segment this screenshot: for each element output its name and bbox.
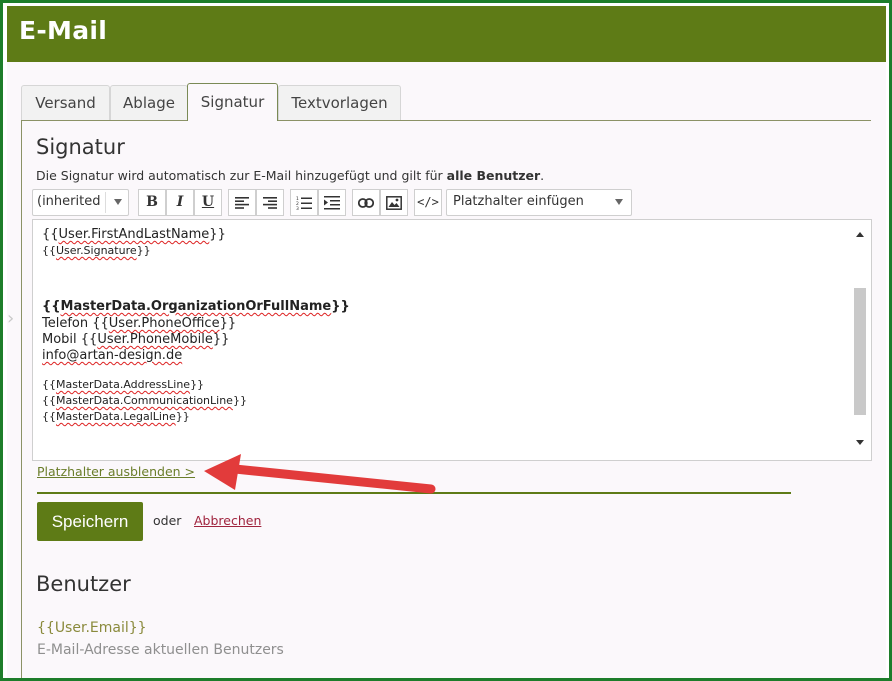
indent-icon bbox=[324, 196, 340, 210]
editor-line-address: {{MasterData.AddressLine}} bbox=[42, 378, 204, 391]
code-icon: </> bbox=[417, 195, 439, 209]
brace-open: {{ bbox=[42, 410, 56, 423]
line-label: Telefon bbox=[42, 316, 93, 331]
editor-line-signature: {{User.Signature}} bbox=[42, 244, 151, 257]
placeholder-select-value: Platzhalter einfügen bbox=[453, 194, 584, 209]
ordered-list-button[interactable]: 123 bbox=[290, 189, 318, 216]
editor-line-mobile: Mobil {{User.PhoneMobile}} bbox=[42, 332, 229, 347]
brace-close: }} bbox=[232, 394, 247, 407]
placeholder-token: User.FirstAndLastName bbox=[58, 227, 210, 242]
brace-close: }} bbox=[175, 410, 190, 423]
editor-line-communication: {{MasterData.CommunicationLine}} bbox=[42, 394, 247, 407]
link-icon bbox=[357, 198, 375, 208]
tab-textvorlagen[interactable]: Textvorlagen bbox=[278, 85, 401, 120]
placeholder-token: MasterData.LegalLine bbox=[56, 410, 176, 423]
placeholder-token: User.PhoneMobile bbox=[97, 332, 213, 347]
brace-close: }} bbox=[212, 332, 230, 347]
scroll-up-arrow-icon[interactable] bbox=[856, 232, 864, 237]
divider bbox=[37, 492, 791, 494]
signature-panel: Signatur Die Signatur wird automatisch z… bbox=[21, 120, 872, 678]
bold-button[interactable]: B bbox=[138, 189, 166, 216]
description-end: . bbox=[540, 168, 545, 183]
chevron-right-icon[interactable]: › bbox=[7, 308, 14, 329]
user-email-description: E-Mail-Adresse aktuellen Benutzers bbox=[37, 642, 284, 658]
brace-open: {{ bbox=[42, 394, 56, 407]
italic-button[interactable]: I bbox=[166, 189, 194, 216]
editor-line-legal: {{MasterData.LegalLine}} bbox=[42, 410, 190, 423]
brace-open: {{ bbox=[42, 227, 59, 242]
users-heading: Benutzer bbox=[36, 572, 131, 596]
email-text: info@artan-design.de bbox=[42, 348, 183, 363]
user-email-placeholder[interactable]: {{User.Email}} bbox=[37, 620, 147, 636]
font-select[interactable]: (inherited bbox=[32, 189, 129, 216]
line-label: Mobil bbox=[42, 332, 81, 347]
or-text: oder bbox=[153, 513, 182, 528]
brace-close: }} bbox=[209, 227, 226, 242]
align-right-button[interactable] bbox=[256, 189, 284, 216]
signature-heading: Signatur bbox=[36, 135, 125, 159]
signature-description: Die Signatur wird automatisch zur E-Mail… bbox=[36, 168, 544, 183]
underline-button[interactable]: U bbox=[194, 189, 222, 216]
select-divider bbox=[105, 192, 106, 213]
cancel-link[interactable]: Abbrechen bbox=[194, 513, 261, 528]
main-content: › Versand Ablage Signatur Textvorlagen S… bbox=[7, 62, 886, 678]
brace-close: }} bbox=[219, 316, 237, 331]
brace-open: {{ bbox=[42, 378, 56, 391]
toggle-placeholders-link[interactable]: Platzhalter ausblenden > bbox=[37, 464, 195, 479]
code-view-button[interactable]: </> bbox=[414, 189, 442, 216]
editor-line-email: info@artan-design.de bbox=[42, 348, 182, 363]
ordered-list-icon: 123 bbox=[296, 196, 312, 212]
brace-open: {{ bbox=[42, 244, 56, 257]
editor-line-phone: Telefon {{User.PhoneOffice}} bbox=[42, 316, 236, 331]
align-left-button[interactable] bbox=[228, 189, 256, 216]
font-select-value: (inherited bbox=[37, 194, 101, 209]
brace-close: }} bbox=[190, 378, 205, 391]
insert-image-button[interactable] bbox=[380, 189, 408, 216]
svg-text:3: 3 bbox=[296, 206, 299, 210]
brace-close: }} bbox=[136, 244, 151, 257]
editor-line-name: {{User.FirstAndLastName}} bbox=[42, 227, 226, 242]
description-emphasis: alle Benutzer bbox=[446, 168, 541, 183]
image-icon bbox=[386, 196, 402, 210]
chevron-down-icon bbox=[114, 199, 122, 205]
brace-open: {{ bbox=[80, 332, 98, 347]
placeholder-token: MasterData.CommunicationLine bbox=[56, 394, 233, 407]
description-text: Die Signatur wird automatisch zur E-Mail… bbox=[36, 168, 447, 183]
insert-link-button[interactable] bbox=[352, 189, 380, 216]
brace-close: }} bbox=[331, 299, 350, 314]
brace-open: {{ bbox=[92, 316, 109, 331]
placeholder-token: MasterData.AddressLine bbox=[56, 378, 191, 391]
tab-versand[interactable]: Versand bbox=[21, 85, 110, 120]
editor-line-organization: {{MasterData.OrganizationOrFullName}} bbox=[42, 299, 350, 314]
brace-open: {{ bbox=[42, 299, 61, 314]
app-frame: E-Mail › Versand Ablage Signatur Textvor… bbox=[3, 3, 889, 678]
placeholder-select[interactable]: Platzhalter einfügen bbox=[446, 189, 632, 216]
signature-editor[interactable]: {{User.FirstAndLastName}} {{User.Signatu… bbox=[32, 219, 872, 461]
placeholder-token: User.Signature bbox=[56, 244, 137, 257]
indent-button[interactable] bbox=[318, 189, 346, 216]
align-left-icon bbox=[235, 197, 249, 209]
scrollbar-thumb[interactable] bbox=[854, 288, 866, 415]
window-header: E-Mail bbox=[7, 6, 886, 62]
tab-signatur[interactable]: Signatur bbox=[187, 83, 278, 121]
placeholder-token: MasterData.OrganizationOrFullName bbox=[60, 299, 332, 314]
scroll-down-arrow-icon[interactable] bbox=[856, 440, 864, 445]
placeholder-token: User.PhoneOffice bbox=[108, 316, 220, 331]
tab-ablage[interactable]: Ablage bbox=[110, 85, 188, 120]
save-button[interactable]: Speichern bbox=[37, 502, 143, 541]
align-right-icon bbox=[263, 197, 277, 209]
window-title: E-Mail bbox=[19, 16, 108, 45]
chevron-down-icon bbox=[615, 199, 623, 205]
